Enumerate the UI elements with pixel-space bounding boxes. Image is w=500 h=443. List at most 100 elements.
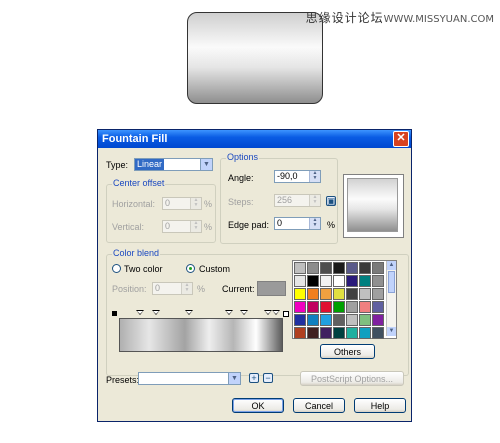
palette-swatch[interactable] xyxy=(359,327,371,339)
steps-spinner[interactable]: 256 ▲ ▼ xyxy=(274,194,321,207)
palette-swatch[interactable] xyxy=(294,301,306,313)
palette-swatch[interactable] xyxy=(333,275,345,287)
palette-swatch[interactable] xyxy=(320,288,332,300)
gradient-stop-marker[interactable] xyxy=(272,310,280,315)
palette-swatch[interactable] xyxy=(294,275,306,287)
add-preset-icon[interactable]: + xyxy=(249,373,259,383)
vertical-spinner[interactable]: 0 ▲ ▼ xyxy=(162,220,202,233)
palette-swatch[interactable] xyxy=(372,275,384,287)
palette-swatch[interactable] xyxy=(307,314,319,326)
custom-label: Custom xyxy=(199,264,231,274)
position-spinner[interactable]: 0 ▲ ▼ xyxy=(152,282,193,295)
palette-scrollbar[interactable]: ▲ ▼ xyxy=(386,261,396,336)
remove-preset-icon[interactable]: − xyxy=(263,373,273,383)
angle-label: Angle: xyxy=(228,173,254,183)
palette-swatch[interactable] xyxy=(359,288,371,300)
gradient-stop-marker[interactable] xyxy=(185,310,193,315)
angle-value: -90,0 xyxy=(277,171,298,181)
palette-swatch[interactable] xyxy=(346,301,358,313)
postscript-options-button[interactable]: PostScript Options... xyxy=(300,371,404,386)
palette-swatch[interactable] xyxy=(372,262,384,274)
close-button[interactable]: ✕ xyxy=(393,131,409,147)
palette-swatch[interactable] xyxy=(294,327,306,339)
fountain-fill-dialog: Fountain Fill ✕ Type: Linear ▼ Center of… xyxy=(97,129,412,422)
presets-label: Presets: xyxy=(106,375,140,385)
edge-pad-spinner[interactable]: 0 ▲ ▼ xyxy=(274,217,321,230)
center-offset-title: Center offset xyxy=(112,178,166,188)
chevron-down-icon: ▼ xyxy=(228,373,240,384)
palette-swatch[interactable] xyxy=(372,327,384,339)
palette-swatch[interactable] xyxy=(333,327,345,339)
horizontal-value: 0 xyxy=(165,198,171,208)
end-stop-marker[interactable] xyxy=(283,311,289,317)
palette-swatch[interactable] xyxy=(333,288,345,300)
watermark-url: WWW.MISSYUAN.COM xyxy=(383,14,494,25)
palette-swatch[interactable] xyxy=(307,301,319,313)
horizontal-label: Horizontal: xyxy=(112,199,156,209)
gradient-stop-marker[interactable] xyxy=(152,310,160,315)
palette-swatch[interactable] xyxy=(307,327,319,339)
others-button[interactable]: Others xyxy=(320,344,375,359)
palette-swatch[interactable] xyxy=(320,301,332,313)
center-offset-group xyxy=(106,184,216,243)
palette-swatch[interactable] xyxy=(294,288,306,300)
palette-swatch[interactable] xyxy=(372,301,384,313)
palette-swatch[interactable] xyxy=(333,262,345,274)
ok-button[interactable]: OK xyxy=(232,398,284,413)
palette-swatch[interactable] xyxy=(333,301,345,313)
scroll-down-icon[interactable]: ▼ xyxy=(387,327,396,336)
horizontal-spinner[interactable]: 0 ▲ ▼ xyxy=(162,197,202,210)
angle-spinner[interactable]: -90,0 ▲ ▼ xyxy=(274,170,321,183)
color-blend-bar[interactable] xyxy=(119,318,283,352)
palette-swatch[interactable] xyxy=(307,275,319,287)
palette-swatch[interactable] xyxy=(320,275,332,287)
palette-swatch[interactable] xyxy=(372,288,384,300)
current-color-swatch[interactable] xyxy=(257,281,286,296)
palette-swatch[interactable] xyxy=(359,275,371,287)
scroll-up-icon[interactable]: ▲ xyxy=(387,261,396,270)
type-select[interactable]: Linear ▼ xyxy=(134,158,213,171)
dialog-title: Fountain Fill xyxy=(102,133,168,145)
palette-swatch[interactable] xyxy=(359,314,371,326)
palette-swatch[interactable] xyxy=(294,314,306,326)
edge-pad-label: Edge pad: xyxy=(228,220,270,230)
scroll-thumb[interactable] xyxy=(388,271,395,293)
spinner-arrows-icon: ▲ ▼ xyxy=(181,283,192,294)
gradient-stop-marker[interactable] xyxy=(136,310,144,315)
palette-swatch[interactable] xyxy=(320,262,332,274)
gradient-rectangle-preview xyxy=(187,12,323,104)
palette-swatch[interactable] xyxy=(320,314,332,326)
palette-swatch[interactable] xyxy=(346,314,358,326)
vertical-label: Vertical: xyxy=(112,222,145,232)
start-stop-marker[interactable] xyxy=(112,311,117,316)
chevron-down-icon: ▼ xyxy=(200,159,212,170)
palette-swatch[interactable] xyxy=(346,327,358,339)
palette-swatch[interactable] xyxy=(320,327,332,339)
palette-swatch[interactable] xyxy=(333,314,345,326)
palette-cells xyxy=(294,262,384,339)
presets-select[interactable]: ▼ xyxy=(138,372,241,385)
watermark-cn: 思缘设计论坛 xyxy=(305,11,384,25)
palette-swatch[interactable] xyxy=(346,262,358,274)
two-color-label: Two color xyxy=(124,264,163,274)
palette-swatch[interactable] xyxy=(307,262,319,274)
lock-icon[interactable]: ▣ xyxy=(326,196,336,206)
help-button[interactable]: Help xyxy=(354,398,406,413)
spinner-arrows-icon: ▲ ▼ xyxy=(190,221,201,232)
position-label: Position: xyxy=(112,284,147,294)
spinner-arrows-icon: ▲ ▼ xyxy=(309,218,320,229)
palette-swatch[interactable] xyxy=(359,262,371,274)
gradient-stop-marker[interactable] xyxy=(225,310,233,315)
palette-swatch[interactable] xyxy=(346,275,358,287)
palette-swatch[interactable] xyxy=(294,262,306,274)
palette-swatch[interactable] xyxy=(372,314,384,326)
palette-swatch[interactable] xyxy=(307,288,319,300)
palette-swatch[interactable] xyxy=(359,301,371,313)
gradient-stop-marker[interactable] xyxy=(240,310,248,315)
custom-radio[interactable] xyxy=(186,264,195,273)
two-color-radio[interactable] xyxy=(112,264,121,273)
fill-preview[interactable] xyxy=(343,174,404,238)
gradient-stop-marker[interactable] xyxy=(264,310,272,315)
cancel-button[interactable]: Cancel xyxy=(293,398,345,413)
palette-swatch[interactable] xyxy=(346,288,358,300)
